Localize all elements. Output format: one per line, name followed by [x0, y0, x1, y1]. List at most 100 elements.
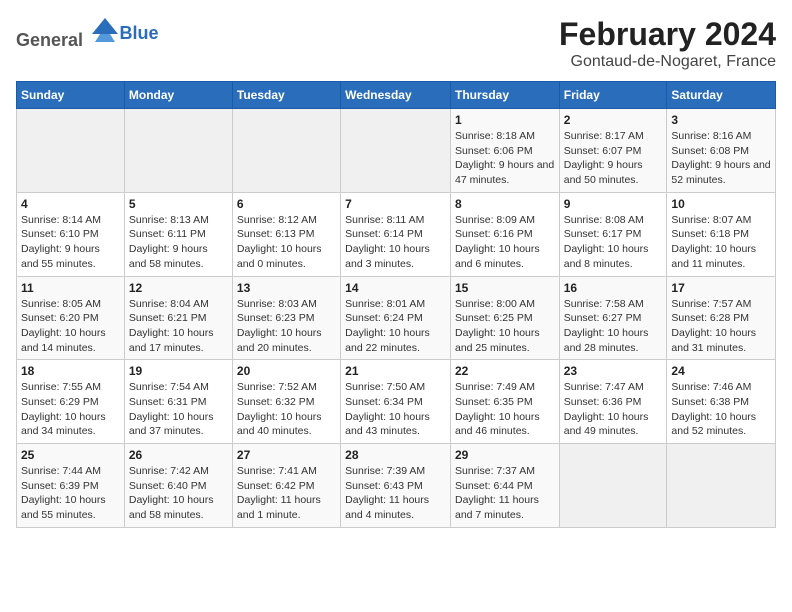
- calendar-cell: 7 Sunrise: 8:11 AM Sunset: 6:14 PM Daylig…: [341, 192, 451, 276]
- calendar-cell: 22 Sunrise: 7:49 AM Sunset: 6:35 PM Dayli…: [450, 360, 559, 444]
- day-detail: Sunrise: 8:08 AM Sunset: 6:17 PM Dayligh…: [564, 213, 663, 272]
- calendar-cell: 14 Sunrise: 8:01 AM Sunset: 6:24 PM Dayli…: [341, 276, 451, 360]
- day-number: 28: [345, 448, 446, 462]
- day-detail: Sunrise: 8:05 AM Sunset: 6:20 PM Dayligh…: [21, 297, 120, 356]
- day-detail: Sunrise: 7:54 AM Sunset: 6:31 PM Dayligh…: [129, 380, 228, 439]
- calendar-cell: 25 Sunrise: 7:44 AM Sunset: 6:39 PM Dayli…: [17, 444, 125, 528]
- day-detail: Sunrise: 8:03 AM Sunset: 6:23 PM Dayligh…: [237, 297, 336, 356]
- calendar-cell: 29 Sunrise: 7:37 AM Sunset: 6:44 PM Dayli…: [450, 444, 559, 528]
- calendar-cell: 11Sunrise: 8:05 AM Sunset: 6:20 PM Dayli…: [17, 276, 125, 360]
- day-number: 19: [129, 364, 228, 378]
- day-detail: Sunrise: 8:17 AM Sunset: 6:07 PM Dayligh…: [564, 129, 663, 188]
- day-detail: Sunrise: 8:01 AM Sunset: 6:24 PM Dayligh…: [345, 297, 446, 356]
- calendar-cell: [232, 109, 340, 193]
- day-detail: Sunrise: 7:44 AM Sunset: 6:39 PM Dayligh…: [21, 464, 120, 523]
- day-detail: Sunrise: 8:00 AM Sunset: 6:25 PM Dayligh…: [455, 297, 555, 356]
- calendar-cell: 19 Sunrise: 7:54 AM Sunset: 6:31 PM Dayli…: [124, 360, 232, 444]
- calendar-week-row: 25 Sunrise: 7:44 AM Sunset: 6:39 PM Dayli…: [17, 444, 776, 528]
- day-detail: Sunrise: 8:09 AM Sunset: 6:16 PM Dayligh…: [455, 213, 555, 272]
- page-subtitle: Gontaud-de-Nogaret, France: [559, 53, 776, 71]
- calendar-cell: [17, 109, 125, 193]
- calendar-cell: 20Sunrise: 7:52 AM Sunset: 6:32 PM Dayli…: [232, 360, 340, 444]
- calendar-cell: 4 Sunrise: 8:14 AM Sunset: 6:10 PM Daylig…: [17, 192, 125, 276]
- day-number: 21: [345, 364, 446, 378]
- day-number: 8: [455, 197, 555, 211]
- column-header-thursday: Thursday: [450, 82, 559, 109]
- title-area: February 2024 Gontaud-de-Nogaret, France: [559, 16, 776, 71]
- column-header-sunday: Sunday: [17, 82, 125, 109]
- logo-general: General: [16, 30, 83, 50]
- day-number: 16: [564, 281, 663, 295]
- day-detail: Sunrise: 7:49 AM Sunset: 6:35 PM Dayligh…: [455, 380, 555, 439]
- day-detail: Sunrise: 8:11 AM Sunset: 6:14 PM Dayligh…: [345, 213, 446, 272]
- day-number: 1: [455, 113, 555, 127]
- page-title: February 2024: [559, 16, 776, 53]
- calendar-cell: 17Sunrise: 7:57 AM Sunset: 6:28 PM Dayli…: [667, 276, 776, 360]
- day-detail: Sunrise: 7:50 AM Sunset: 6:34 PM Dayligh…: [345, 380, 446, 439]
- calendar-cell: 5 Sunrise: 8:13 AM Sunset: 6:11 PM Daylig…: [124, 192, 232, 276]
- calendar-header-row: SundayMondayTuesdayWednesdayThursdayFrid…: [17, 82, 776, 109]
- day-detail: Sunrise: 8:13 AM Sunset: 6:11 PM Dayligh…: [129, 213, 228, 272]
- column-header-tuesday: Tuesday: [232, 82, 340, 109]
- day-detail: Sunrise: 7:37 AM Sunset: 6:44 PM Dayligh…: [455, 464, 555, 523]
- column-header-monday: Monday: [124, 82, 232, 109]
- calendar-week-row: 4 Sunrise: 8:14 AM Sunset: 6:10 PM Daylig…: [17, 192, 776, 276]
- day-number: 4: [21, 197, 120, 211]
- calendar-cell: [667, 444, 776, 528]
- day-number: 7: [345, 197, 446, 211]
- day-detail: Sunrise: 8:07 AM Sunset: 6:18 PM Dayligh…: [671, 213, 771, 272]
- day-detail: Sunrise: 7:55 AM Sunset: 6:29 PM Dayligh…: [21, 380, 120, 439]
- calendar-cell: 13 Sunrise: 8:03 AM Sunset: 6:23 PM Dayli…: [232, 276, 340, 360]
- day-number: 5: [129, 197, 228, 211]
- day-number: 29: [455, 448, 555, 462]
- calendar-cell: [341, 109, 451, 193]
- calendar-cell: 12Sunrise: 8:04 AM Sunset: 6:21 PM Dayli…: [124, 276, 232, 360]
- calendar-cell: 6 Sunrise: 8:12 AM Sunset: 6:13 PM Daylig…: [232, 192, 340, 276]
- day-number: 24: [671, 364, 771, 378]
- day-number: 10: [671, 197, 771, 211]
- calendar-cell: 15 Sunrise: 8:00 AM Sunset: 6:25 PM Dayli…: [450, 276, 559, 360]
- day-number: 9: [564, 197, 663, 211]
- logo-blue: Blue: [120, 23, 159, 43]
- calendar-cell: 28 Sunrise: 7:39 AM Sunset: 6:43 PM Dayli…: [341, 444, 451, 528]
- calendar-cell: 27 Sunrise: 7:41 AM Sunset: 6:42 PM Dayli…: [232, 444, 340, 528]
- calendar-cell: 26Sunrise: 7:42 AM Sunset: 6:40 PM Dayli…: [124, 444, 232, 528]
- day-detail: Sunrise: 7:52 AM Sunset: 6:32 PM Dayligh…: [237, 380, 336, 439]
- calendar-cell: 2 Sunrise: 8:17 AM Sunset: 6:07 PM Daylig…: [559, 109, 667, 193]
- column-header-wednesday: Wednesday: [341, 82, 451, 109]
- calendar-cell: 16Sunrise: 7:58 AM Sunset: 6:27 PM Dayli…: [559, 276, 667, 360]
- logo: General Blue: [16, 16, 159, 51]
- day-detail: Sunrise: 8:04 AM Sunset: 6:21 PM Dayligh…: [129, 297, 228, 356]
- column-header-friday: Friday: [559, 82, 667, 109]
- calendar-week-row: 1Sunrise: 8:18 AM Sunset: 6:06 PM Daylig…: [17, 109, 776, 193]
- day-number: 26: [129, 448, 228, 462]
- calendar-cell: 9 Sunrise: 8:08 AM Sunset: 6:17 PM Daylig…: [559, 192, 667, 276]
- day-number: 27: [237, 448, 336, 462]
- calendar-table: SundayMondayTuesdayWednesdayThursdayFrid…: [16, 81, 776, 528]
- day-number: 18: [21, 364, 120, 378]
- day-detail: Sunrise: 7:57 AM Sunset: 6:28 PM Dayligh…: [671, 297, 771, 356]
- day-number: 14: [345, 281, 446, 295]
- calendar-week-row: 11Sunrise: 8:05 AM Sunset: 6:20 PM Dayli…: [17, 276, 776, 360]
- day-number: 2: [564, 113, 663, 127]
- calendar-cell: 8 Sunrise: 8:09 AM Sunset: 6:16 PM Daylig…: [450, 192, 559, 276]
- day-detail: Sunrise: 8:12 AM Sunset: 6:13 PM Dayligh…: [237, 213, 336, 272]
- calendar-cell: 3Sunrise: 8:16 AM Sunset: 6:08 PM Daylig…: [667, 109, 776, 193]
- day-number: 13: [237, 281, 336, 295]
- day-detail: Sunrise: 7:39 AM Sunset: 6:43 PM Dayligh…: [345, 464, 446, 523]
- page-header: General Blue February 2024 Gontaud-de-No…: [16, 16, 776, 71]
- day-detail: Sunrise: 7:46 AM Sunset: 6:38 PM Dayligh…: [671, 380, 771, 439]
- calendar-cell: 24 Sunrise: 7:46 AM Sunset: 6:38 PM Dayli…: [667, 360, 776, 444]
- day-number: 15: [455, 281, 555, 295]
- day-number: 25: [21, 448, 120, 462]
- calendar-week-row: 18 Sunrise: 7:55 AM Sunset: 6:29 PM Dayli…: [17, 360, 776, 444]
- calendar-cell: 10 Sunrise: 8:07 AM Sunset: 6:18 PM Dayli…: [667, 192, 776, 276]
- calendar-cell: [559, 444, 667, 528]
- day-number: 23: [564, 364, 663, 378]
- day-number: 6: [237, 197, 336, 211]
- day-number: 22: [455, 364, 555, 378]
- day-detail: Sunrise: 7:41 AM Sunset: 6:42 PM Dayligh…: [237, 464, 336, 523]
- calendar-cell: 18 Sunrise: 7:55 AM Sunset: 6:29 PM Dayli…: [17, 360, 125, 444]
- day-detail: Sunrise: 8:14 AM Sunset: 6:10 PM Dayligh…: [21, 213, 120, 272]
- column-header-saturday: Saturday: [667, 82, 776, 109]
